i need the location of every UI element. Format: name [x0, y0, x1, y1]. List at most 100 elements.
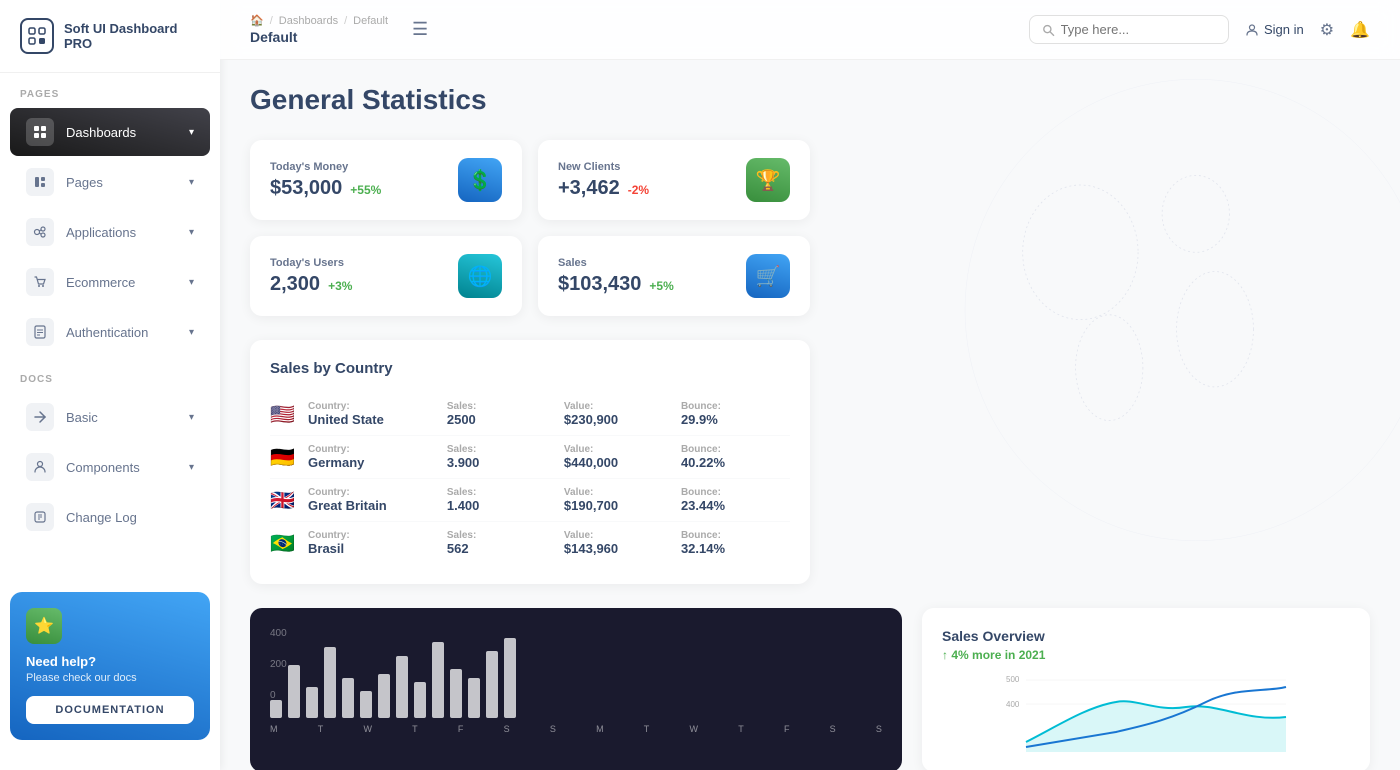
- bar-item: [324, 647, 336, 718]
- value-gb: Value: $190,700: [564, 487, 673, 513]
- bar-item: [468, 678, 480, 718]
- ecommerce-chevron: ▾: [189, 277, 194, 288]
- table-row: 🇺🇸 Country: United State Sales: 2500 Val…: [270, 393, 790, 436]
- applications-chevron: ▾: [189, 227, 194, 238]
- sales-de: Sales: 3.900: [447, 444, 556, 470]
- sidebar: Soft UI Dashboard PRO PAGES Dashboards ▾: [0, 0, 220, 770]
- home-icon: 🏠: [250, 14, 264, 27]
- applications-label: Applications: [66, 225, 136, 240]
- sidebar-item-components[interactable]: Components ▾: [10, 443, 210, 491]
- bar-item: [486, 651, 498, 718]
- gear-icon[interactable]: ⚙: [1320, 20, 1334, 40]
- stat-money-change: +55%: [350, 183, 381, 197]
- bar-item: [504, 638, 516, 718]
- sales-overview-subtitle: ↑ 4% more in 2021: [942, 648, 1350, 662]
- sales-overview-title: Sales Overview: [942, 628, 1350, 644]
- stat-card-sales: Sales $103,430 +5% 🛒: [538, 236, 810, 316]
- table-row: 🇬🇧 Country: Great Britain Sales: 1.400 V…: [270, 479, 790, 522]
- bounce-gb: Bounce: 23.44%: [681, 487, 790, 513]
- stat-sales-label: Sales: [558, 257, 674, 269]
- pages-label: Pages: [66, 175, 103, 190]
- sidebar-item-dashboards[interactable]: Dashboards ▾: [10, 108, 210, 156]
- sales-us: Sales: 2500: [447, 401, 556, 427]
- flag-us: 🇺🇸: [270, 402, 300, 427]
- sidebar-item-applications[interactable]: Applications ▾: [10, 208, 210, 256]
- header-right: Sign in ⚙ 🔔: [1029, 15, 1370, 44]
- bell-icon[interactable]: 🔔: [1350, 20, 1370, 40]
- country-br-info: Country: Brasil: [308, 530, 439, 556]
- stat-users-value: 2,300: [270, 273, 320, 296]
- stats-grid: Today's Money $53,000 +55% 💲 New Clients…: [250, 140, 810, 316]
- sidebar-pages-section: PAGES Dashboards ▾ Pages: [0, 73, 220, 358]
- line-chart: 500 400: [942, 672, 1350, 752]
- search-input[interactable]: [1061, 22, 1216, 37]
- up-arrow-icon: ↑: [942, 648, 948, 662]
- documentation-button[interactable]: DOCUMENTATION: [26, 696, 194, 724]
- search-icon: [1042, 23, 1055, 37]
- basic-label: Basic: [66, 410, 98, 425]
- bar-chart-card: 400 200 0 M T W T F: [250, 608, 902, 770]
- breadcrumb-dashboards[interactable]: Dashboards: [279, 15, 338, 27]
- logo-icon: [20, 18, 54, 54]
- components-label: Components: [66, 460, 140, 475]
- pages-section-label: PAGES: [0, 73, 220, 106]
- breadcrumb: 🏠 / Dashboards / Default Default: [250, 14, 388, 45]
- content-area: General Statistics Today's Money $53,000…: [220, 60, 1400, 770]
- value-us: Value: $230,900: [564, 401, 673, 427]
- breadcrumb-path: 🏠 / Dashboards / Default: [250, 14, 388, 27]
- user-icon: [1245, 23, 1259, 37]
- value-de: Value: $440,000: [564, 444, 673, 470]
- value-br: Value: $143,960: [564, 530, 673, 556]
- sidebar-help-card: ⭐ Need help? Please check our docs DOCUM…: [10, 592, 210, 740]
- search-box[interactable]: [1029, 15, 1229, 44]
- sidebar-item-ecommerce[interactable]: Ecommerce ▾: [10, 258, 210, 306]
- help-subtitle: Please check our docs: [26, 672, 194, 684]
- changelog-icon: [26, 503, 54, 531]
- basic-icon: [26, 403, 54, 431]
- header: 🏠 / Dashboards / Default Default ☰: [220, 0, 1400, 60]
- authentication-label: Authentication: [66, 325, 148, 340]
- sales-gb: Sales: 1.400: [447, 487, 556, 513]
- bar-chart-x-labels: M T W T F S S M T W T F: [270, 724, 882, 734]
- sidebar-item-pages[interactable]: Pages ▾: [10, 158, 210, 206]
- bar-item: [396, 656, 408, 718]
- svg-text:400: 400: [1006, 700, 1020, 709]
- stat-users-change: +3%: [328, 279, 352, 293]
- bar-chart-y-labels: 400 200 0: [270, 628, 287, 701]
- page-current-title: Default: [250, 29, 388, 45]
- stat-card-users: Today's Users 2,300 +3% 🌐: [250, 236, 522, 316]
- app-name: Soft UI Dashboard PRO: [64, 21, 200, 51]
- stat-money-label: Today's Money: [270, 161, 381, 173]
- bar-item: [270, 700, 282, 718]
- sign-in-label: Sign in: [1264, 22, 1304, 37]
- applications-icon: [26, 218, 54, 246]
- stat-money-value: $53,000: [270, 177, 342, 200]
- stat-clients-change: -2%: [628, 183, 649, 197]
- svg-text:500: 500: [1006, 675, 1020, 684]
- sidebar-docs-section: DOCS Basic ▾ Components ▾: [0, 358, 220, 543]
- stat-sales-change: +5%: [649, 279, 673, 293]
- page-title: General Statistics: [250, 84, 1370, 116]
- bounce-us: Bounce: 29.9%: [681, 401, 790, 427]
- stat-clients-info: New Clients +3,462 -2%: [558, 161, 649, 200]
- pages-chevron: ▾: [189, 177, 194, 188]
- sign-in-action[interactable]: Sign in: [1245, 22, 1304, 37]
- ecommerce-icon: [26, 268, 54, 296]
- stat-sales-value: $103,430: [558, 273, 641, 296]
- stat-users-info: Today's Users 2,300 +3%: [270, 257, 352, 296]
- stat-clients-value: +3,462: [558, 177, 620, 200]
- sidebar-item-changelog[interactable]: Change Log: [10, 493, 210, 541]
- content-inner: General Statistics Today's Money $53,000…: [250, 84, 1370, 770]
- hamburger-menu[interactable]: ☰: [412, 19, 428, 40]
- sidebar-item-basic[interactable]: Basic ▾: [10, 393, 210, 441]
- table-row: 🇧🇷 Country: Brasil Sales: 562 Value: $14…: [270, 522, 790, 564]
- bounce-de: Bounce: 40.22%: [681, 444, 790, 470]
- bar-item: [306, 687, 318, 718]
- stat-users-icon: 🌐: [458, 254, 502, 298]
- country-de-info: Country: Germany: [308, 444, 439, 470]
- components-chevron: ▾: [189, 462, 194, 473]
- sidebar-item-authentication[interactable]: Authentication ▾: [10, 308, 210, 356]
- ecommerce-label: Ecommerce: [66, 275, 135, 290]
- help-star-badge: ⭐: [26, 608, 62, 644]
- breadcrumb-current: Default: [353, 15, 388, 27]
